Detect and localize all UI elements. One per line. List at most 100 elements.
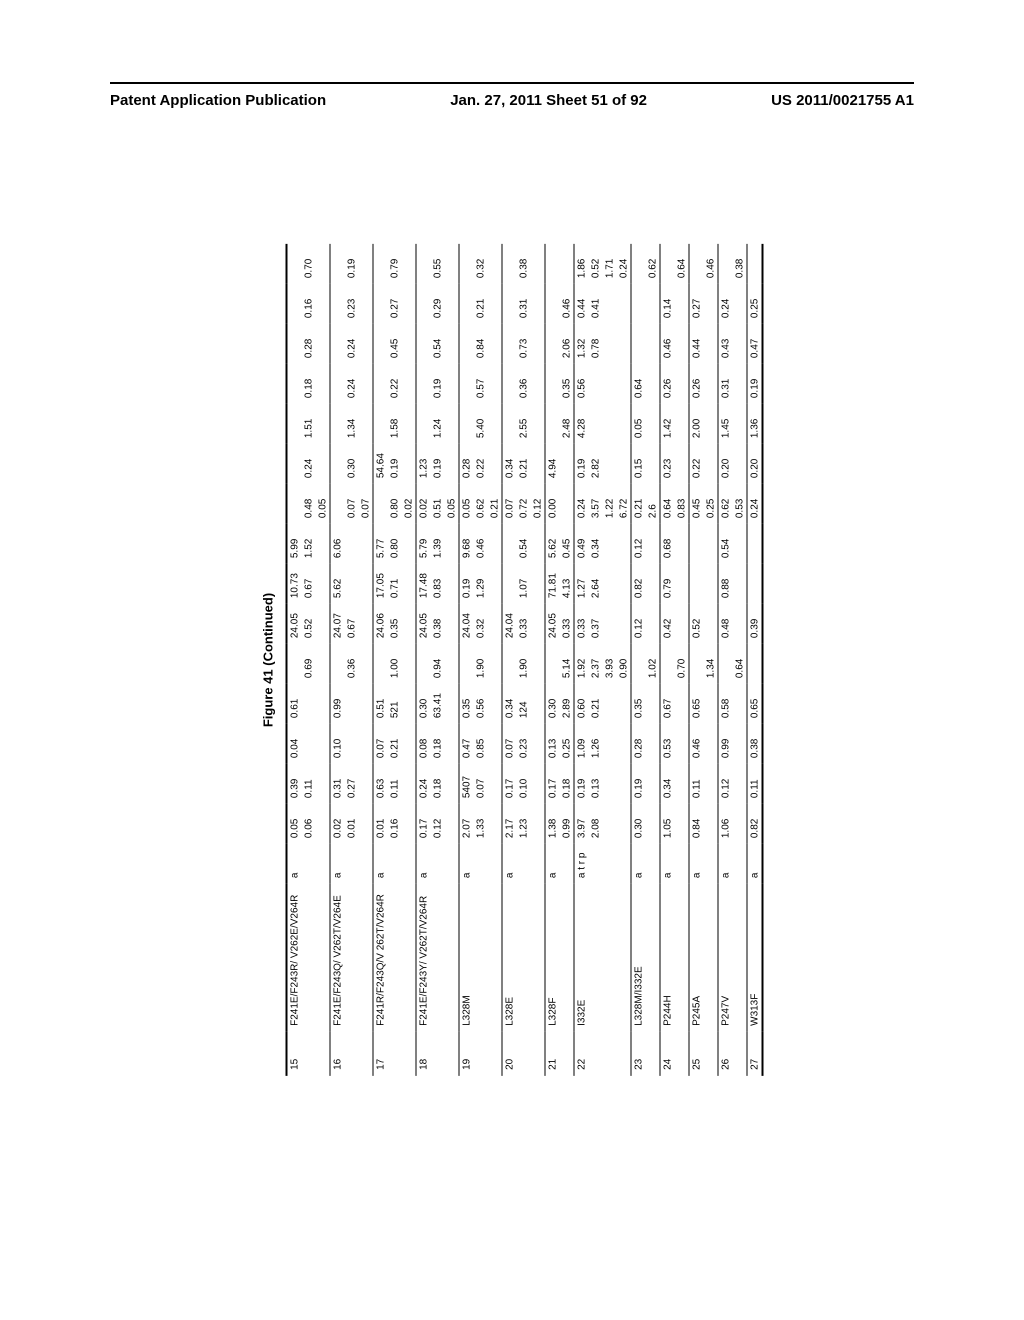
- row-index: 16: [330, 1032, 345, 1076]
- data-cell: 0.07: [345, 484, 359, 524]
- data-cell: 0.11: [302, 764, 316, 804]
- data-cell: [445, 564, 460, 604]
- table-row: 0.640.530.38: [733, 244, 748, 1076]
- data-cell: 0.99: [330, 684, 345, 724]
- data-cell: 1.92: [574, 644, 589, 684]
- data-cell: [502, 364, 517, 404]
- data-cell: 0.46: [560, 284, 575, 324]
- data-cell: [675, 764, 690, 804]
- row-index: [617, 1032, 632, 1076]
- data-cell: [316, 324, 331, 364]
- table-row: 19L328Ma2.0754070.470.3524.040.199.680.0…: [459, 244, 474, 1076]
- data-cell: 0.31: [517, 284, 531, 324]
- row-index: 21: [545, 1032, 560, 1076]
- row-index: 17: [373, 1032, 388, 1076]
- table-row: 2.080.131.260.212.370.372.640.343.572.82…: [589, 244, 603, 1076]
- data-cell: 0.64: [675, 244, 690, 284]
- data-cell: [373, 644, 388, 684]
- data-cell: [445, 764, 460, 804]
- data-cell: [560, 444, 575, 484]
- data-cell: 0.05: [316, 484, 331, 524]
- data-cell: [488, 324, 503, 364]
- data-cell: [287, 404, 302, 444]
- data-cell: [488, 284, 503, 324]
- data-cell: [603, 604, 617, 644]
- data-cell: [287, 244, 302, 284]
- table-row: 0.05: [316, 244, 331, 1076]
- row-index: 20: [502, 1032, 517, 1076]
- data-cell: 0.54: [431, 324, 445, 364]
- data-cell: [704, 604, 719, 644]
- data-cell: 0.02: [402, 484, 417, 524]
- table-row: 0.02: [402, 244, 417, 1076]
- variant-note: a: [747, 844, 763, 884]
- row-index: [646, 1032, 661, 1076]
- data-cell: [747, 564, 763, 604]
- data-cell: 0.47: [459, 724, 474, 764]
- data-cell: 1.29: [474, 564, 488, 604]
- data-cell: 0.62: [718, 484, 733, 524]
- data-cell: [359, 724, 374, 764]
- data-cell: [603, 564, 617, 604]
- data-cell: [675, 284, 690, 324]
- data-cell: [733, 684, 748, 724]
- data-cell: [488, 804, 503, 844]
- data-cell: [675, 804, 690, 844]
- data-cell: 0.79: [388, 244, 402, 284]
- variant-note: [704, 844, 719, 884]
- data-cell: 0.34: [502, 684, 517, 724]
- table-row: 1.230.100.231241.900.331.070.540.720.212…: [517, 244, 531, 1076]
- table-row: 16F241E/F243Q/ V262T/V264Ea0.020.310.100…: [330, 244, 345, 1076]
- data-cell: 0.51: [431, 484, 445, 524]
- table-row: 20L328Ea2.170.170.070.3424.040.070.34: [502, 244, 517, 1076]
- data-cell: 0.19: [431, 364, 445, 404]
- data-cell: 0.12: [631, 604, 646, 644]
- data-cell: 0.46: [689, 724, 704, 764]
- data-cell: 0.01: [345, 804, 359, 844]
- data-cell: [416, 284, 431, 324]
- data-cell: 0.64: [733, 644, 748, 684]
- data-cell: 0.25: [747, 284, 763, 324]
- data-cell: [488, 444, 503, 484]
- variant-name: [402, 884, 417, 1032]
- data-cell: [603, 724, 617, 764]
- table-row: 21L328Fa1.380.170.130.3024.0571.815.620.…: [545, 244, 560, 1076]
- data-cell: [531, 524, 546, 564]
- data-cell: 0.24: [718, 284, 733, 324]
- data-cell: 24.05: [287, 604, 302, 644]
- data-cell: 0.21: [517, 444, 531, 484]
- data-cell: [689, 524, 704, 564]
- data-cell: [302, 724, 316, 764]
- data-cell: 0.53: [660, 724, 675, 764]
- variant-note: [316, 844, 331, 884]
- data-cell: [330, 324, 345, 364]
- data-cell: [704, 404, 719, 444]
- data-cell: 0.52: [589, 244, 603, 284]
- variant-note: a: [545, 844, 560, 884]
- data-cell: [359, 324, 374, 364]
- variant-name: P247V: [718, 884, 733, 1032]
- data-cell: [704, 804, 719, 844]
- table-row: 0.990.180.252.895.140.334.130.452.480.35…: [560, 244, 575, 1076]
- data-cell: [531, 804, 546, 844]
- data-cell: [373, 324, 388, 364]
- data-cell: 0.80: [388, 484, 402, 524]
- data-cell: [689, 564, 704, 604]
- data-cell: 0.16: [388, 804, 402, 844]
- data-cell: 0.30: [416, 684, 431, 724]
- data-cell: 0.21: [474, 284, 488, 324]
- data-cell: [373, 364, 388, 404]
- data-cell: 0.38: [431, 604, 445, 644]
- data-cell: [402, 804, 417, 844]
- data-cell: 0.99: [718, 724, 733, 764]
- data-cell: [704, 364, 719, 404]
- variant-note: a: [631, 844, 646, 884]
- data-cell: 1.27: [574, 564, 589, 604]
- data-cell: 0.34: [660, 764, 675, 804]
- table-row: 0.010.270.360.670.070.301.340.240.240.23…: [345, 244, 359, 1076]
- data-cell: 0.17: [416, 804, 431, 844]
- data-cell: [675, 524, 690, 564]
- data-cell: [646, 404, 661, 444]
- data-cell: [402, 524, 417, 564]
- data-cell: 1.71: [603, 244, 617, 284]
